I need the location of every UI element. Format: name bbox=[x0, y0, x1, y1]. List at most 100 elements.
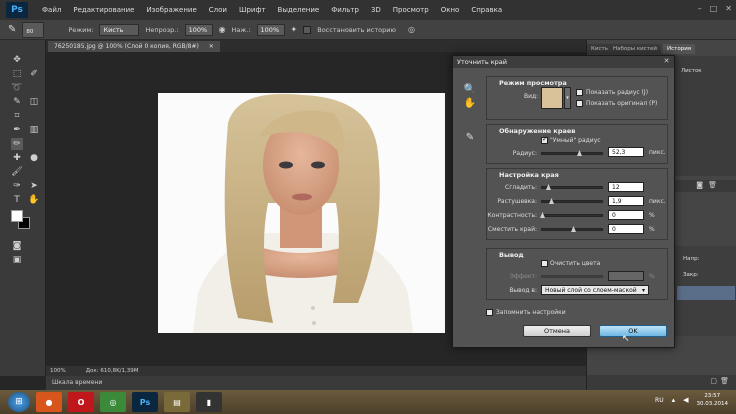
close-icon[interactable]: ✕ bbox=[725, 4, 732, 13]
eyedropper-tool-icon[interactable]: ✒ bbox=[11, 124, 23, 136]
dodge-tool-icon[interactable]: ● bbox=[28, 152, 40, 164]
close-icon[interactable]: ✕ bbox=[662, 57, 671, 66]
refine-brush-tool-icon[interactable]: ✏ bbox=[11, 138, 23, 150]
radius-field[interactable]: 52,3 bbox=[608, 147, 644, 157]
shift-edge-slider[interactable] bbox=[541, 226, 603, 232]
radius-slider[interactable] bbox=[541, 150, 603, 156]
refine-radius-tool-icon[interactable]: ✎ bbox=[463, 132, 477, 146]
document-tab[interactable]: 76250185.jpg @ 100% (Слой 0 копия, RGB/8… bbox=[48, 41, 220, 52]
quick-selection-tool-icon[interactable]: ✎ bbox=[11, 96, 23, 108]
menu-image[interactable]: Изображение bbox=[140, 6, 202, 14]
close-tab-icon[interactable]: ✕ bbox=[209, 43, 214, 50]
menu-file[interactable]: Файл bbox=[36, 6, 67, 14]
selected-layer-row[interactable] bbox=[677, 286, 735, 300]
move-tool-icon[interactable]: ✥ bbox=[11, 54, 23, 66]
menu-edit[interactable]: Редактирование bbox=[67, 6, 140, 14]
screen-mode-icon[interactable]: ▣ bbox=[11, 254, 23, 266]
restore-history-checkbox[interactable] bbox=[303, 25, 312, 34]
language-indicator[interactable]: RU bbox=[655, 397, 664, 404]
document-tab-title: 76250185.jpg @ 100% (Слой 0 копия, RGB/8… bbox=[54, 43, 199, 50]
menu-select[interactable]: Выделение bbox=[272, 6, 326, 14]
new-layer-icon[interactable]: ▢ bbox=[710, 377, 717, 385]
remember-settings-checkbox[interactable] bbox=[486, 309, 493, 316]
history-brush-tool-icon[interactable]: ✐ bbox=[28, 68, 40, 80]
feather-field[interactable]: 1,9 bbox=[608, 196, 644, 206]
menu-window[interactable]: Окно bbox=[435, 6, 466, 14]
camera-icon[interactable]: ◙ bbox=[696, 181, 703, 189]
smooth-slider[interactable] bbox=[541, 184, 603, 190]
minimize-icon[interactable]: – bbox=[698, 4, 702, 13]
contrast-slider[interactable] bbox=[540, 212, 603, 218]
zoom-tool-icon[interactable]: 🔍 bbox=[463, 84, 477, 98]
edge-detection-section: Обнаружение краев "Умный" радиус Радиус:… bbox=[486, 124, 668, 164]
trash-icon[interactable]: 🗑 bbox=[708, 181, 717, 189]
crop-tool-icon[interactable]: ⌗ bbox=[11, 110, 23, 122]
network-icon[interactable]: ▴ bbox=[672, 396, 676, 404]
gradient-tool-icon[interactable]: ▥ bbox=[28, 124, 40, 136]
tab-brush-presets[interactable]: Наборы кистей bbox=[609, 44, 661, 54]
pen-tool-icon[interactable]: ✑ bbox=[11, 180, 23, 192]
opacity-field[interactable]: 100% bbox=[184, 23, 213, 36]
hand-tool-icon[interactable]: ✋ bbox=[463, 98, 477, 112]
shift-edge-field[interactable]: 0 bbox=[608, 224, 644, 234]
feather-slider-knob[interactable] bbox=[549, 198, 554, 204]
menu-view[interactable]: Просмотр bbox=[387, 6, 435, 14]
contrast-field[interactable]: 0 bbox=[608, 210, 644, 220]
radius-slider-knob[interactable] bbox=[577, 150, 582, 156]
decontaminate-checkbox[interactable] bbox=[541, 260, 548, 267]
lasso-tool-icon[interactable]: ➰ bbox=[11, 82, 23, 94]
view-thumbnail[interactable] bbox=[541, 87, 563, 109]
history-item[interactable]: Листок bbox=[681, 68, 702, 74]
explorer-icon[interactable]: ▤ bbox=[164, 392, 190, 412]
show-radius-checkbox[interactable] bbox=[576, 89, 583, 96]
ok-button[interactable]: OK bbox=[599, 325, 667, 337]
menu-filter[interactable]: Фильтр bbox=[325, 6, 365, 14]
volume-icon[interactable]: ◀ bbox=[683, 396, 688, 404]
clock[interactable]: 23:57 30.03.2014 bbox=[697, 392, 729, 408]
marquee-tool-icon[interactable]: ⬚ bbox=[11, 68, 23, 80]
brush-tool-icon[interactable]: ✎ bbox=[8, 24, 16, 35]
dialog-title[interactable]: Уточнить край bbox=[453, 56, 674, 68]
document-image[interactable] bbox=[158, 93, 445, 333]
menu-type[interactable]: Шрифт bbox=[233, 6, 272, 14]
airbrush-icon[interactable]: ✦ bbox=[291, 25, 298, 34]
hand-tool-icon[interactable]: ✋ bbox=[28, 194, 40, 206]
brush-size-picker[interactable]: 80 bbox=[22, 21, 45, 38]
menu-layer[interactable]: Слои bbox=[203, 6, 233, 14]
photoshop-taskbar-icon[interactable]: Ps bbox=[132, 392, 158, 412]
cancel-button[interactable]: Отмена bbox=[523, 325, 591, 337]
chrome-icon[interactable]: ◎ bbox=[100, 392, 126, 412]
foreground-color-swatch[interactable] bbox=[11, 210, 23, 222]
healing-brush-tool-icon[interactable]: ✚ bbox=[11, 152, 23, 164]
path-select-tool-icon[interactable]: ➤ bbox=[28, 180, 40, 192]
firefox-icon[interactable]: ● bbox=[36, 392, 62, 412]
output-to-select[interactable]: Новый слой со слоем-маской ▾ bbox=[541, 285, 649, 295]
view-dropdown-arrow[interactable]: ▾ bbox=[564, 87, 571, 109]
shift-edge-slider-knob[interactable] bbox=[571, 226, 576, 232]
start-button[interactable]: ⊞ bbox=[8, 392, 30, 412]
type-tool-icon[interactable]: T bbox=[11, 194, 23, 206]
app-taskbar-icon[interactable]: ▮ bbox=[196, 392, 222, 412]
brush-tool-icon-2[interactable]: 🖌 bbox=[11, 166, 23, 178]
smooth-field[interactable]: 12 bbox=[608, 182, 644, 192]
opera-icon[interactable]: O bbox=[68, 392, 94, 412]
maximize-icon[interactable]: □ bbox=[710, 4, 718, 13]
mode-select[interactable]: Кисть bbox=[99, 23, 140, 36]
menu-help[interactable]: Справка bbox=[465, 6, 508, 14]
smart-radius-checkbox[interactable] bbox=[541, 135, 548, 144]
menu-3d[interactable]: 3D bbox=[365, 6, 387, 14]
eraser-tool-icon[interactable]: ◫ bbox=[28, 96, 40, 108]
delete-layer-icon[interactable]: 🗑 bbox=[720, 377, 729, 385]
quick-mask-icon[interactable]: ◙ bbox=[11, 240, 23, 252]
contrast-slider-knob[interactable] bbox=[540, 212, 545, 218]
pressure-field[interactable]: 100% bbox=[256, 23, 285, 36]
document-info[interactable]: Док: 610,8K/1,39M bbox=[86, 368, 139, 374]
tablet-pressure-icon[interactable]: ◎ bbox=[408, 25, 415, 34]
tab-history[interactable]: История bbox=[663, 44, 696, 54]
show-original-checkbox[interactable] bbox=[576, 100, 583, 107]
zoom-level[interactable]: 100% bbox=[50, 368, 66, 374]
pressure-opacity-icon[interactable]: ◉ bbox=[219, 25, 226, 34]
smooth-slider-knob[interactable] bbox=[546, 184, 551, 190]
feather-slider[interactable] bbox=[541, 198, 603, 204]
timeline-panel[interactable]: Шкала времени bbox=[46, 376, 586, 390]
